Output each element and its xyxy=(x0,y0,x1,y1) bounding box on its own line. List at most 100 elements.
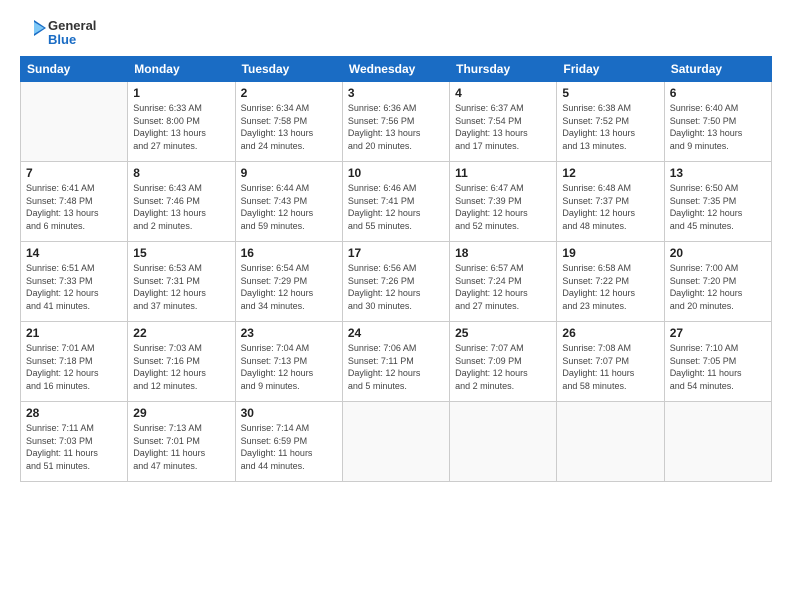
day-info: Sunrise: 6:51 AMSunset: 7:33 PMDaylight:… xyxy=(26,262,122,312)
day-number: 13 xyxy=(670,166,766,180)
day-number: 15 xyxy=(133,246,229,260)
logo-blue-text: Blue xyxy=(48,33,96,47)
week-row-1: 1 Sunrise: 6:33 AMSunset: 8:00 PMDaylight… xyxy=(21,82,772,162)
day-number: 19 xyxy=(562,246,658,260)
page: General Blue SundayMondayTuesdayWednesda… xyxy=(0,0,792,612)
calendar: SundayMondayTuesdayWednesdayThursdayFrid… xyxy=(20,56,772,482)
day-number: 2 xyxy=(241,86,337,100)
day-number: 3 xyxy=(348,86,444,100)
calendar-cell: 5Sunrise: 6:38 AMSunset: 7:52 PMDaylight… xyxy=(557,82,664,162)
day-info: Sunrise: 6:34 AMSunset: 7:58 PMDaylight:… xyxy=(241,102,337,152)
calendar-cell: 12Sunrise: 6:48 AMSunset: 7:37 PMDayligh… xyxy=(557,162,664,242)
day-number: 28 xyxy=(26,406,122,420)
day-number: 25 xyxy=(455,326,551,340)
day-number: 8 xyxy=(133,166,229,180)
day-info: Sunrise: 6:37 AMSunset: 7:54 PMDaylight:… xyxy=(455,102,551,152)
weekday-header-friday: Friday xyxy=(557,57,664,82)
day-info: Sunrise: 7:01 AMSunset: 7:18 PMDaylight:… xyxy=(26,342,122,392)
day-number: 30 xyxy=(241,406,337,420)
weekday-header-sunday: Sunday xyxy=(21,57,128,82)
day-info: Sunrise: 7:03 AMSunset: 7:16 PMDaylight:… xyxy=(133,342,229,392)
header: General Blue xyxy=(20,18,772,48)
week-row-2: 7Sunrise: 6:41 AMSunset: 7:48 PMDaylight… xyxy=(21,162,772,242)
calendar-cell: 17 Sunrise: 6:56 AMSunset: 7:26 PMDayligh… xyxy=(342,242,449,322)
day-info: Sunrise: 7:00 AMSunset: 7:20 PMDaylight:… xyxy=(670,262,766,312)
day-info: Sunrise: 6:53 AMSunset: 7:31 PMDaylight:… xyxy=(133,262,229,312)
calendar-cell: 7Sunrise: 6:41 AMSunset: 7:48 PMDaylight… xyxy=(21,162,128,242)
calendar-cell: 25Sunrise: 7:07 AMSunset: 7:09 PMDayligh… xyxy=(450,322,557,402)
calendar-cell: 8 Sunrise: 6:43 AMSunset: 7:46 PMDaylight… xyxy=(128,162,235,242)
day-info: Sunrise: 6:44 AMSunset: 7:43 PMDaylight:… xyxy=(241,182,337,232)
weekday-header-tuesday: Tuesday xyxy=(235,57,342,82)
weekday-header-thursday: Thursday xyxy=(450,57,557,82)
day-number: 18 xyxy=(455,246,551,260)
day-number: 14 xyxy=(26,246,122,260)
calendar-cell: 18 Sunrise: 6:57 AMSunset: 7:24 PMDayligh… xyxy=(450,242,557,322)
day-info: Sunrise: 6:38 AMSunset: 7:52 PMDaylight:… xyxy=(562,102,658,152)
day-number: 27 xyxy=(670,326,766,340)
day-info: Sunrise: 7:14 AMSunset: 6:59 PMDaylight:… xyxy=(241,422,337,472)
day-info: Sunrise: 6:50 AMSunset: 7:35 PMDaylight:… xyxy=(670,182,766,232)
day-number: 26 xyxy=(562,326,658,340)
day-info: Sunrise: 6:57 AMSunset: 7:24 PMDaylight:… xyxy=(455,262,551,312)
calendar-cell: 4 Sunrise: 6:37 AMSunset: 7:54 PMDaylight… xyxy=(450,82,557,162)
weekday-header-wednesday: Wednesday xyxy=(342,57,449,82)
calendar-cell: 29 Sunrise: 7:13 AMSunset: 7:01 PMDayligh… xyxy=(128,402,235,482)
calendar-cell: 15 Sunrise: 6:53 AMSunset: 7:31 PMDayligh… xyxy=(128,242,235,322)
day-number: 6 xyxy=(670,86,766,100)
calendar-cell xyxy=(664,402,771,482)
calendar-cell xyxy=(21,82,128,162)
day-info: Sunrise: 6:58 AMSunset: 7:22 PMDaylight:… xyxy=(562,262,658,312)
week-row-4: 21 Sunrise: 7:01 AMSunset: 7:18 PMDayligh… xyxy=(21,322,772,402)
day-number: 22 xyxy=(133,326,229,340)
day-info: Sunrise: 6:33 AMSunset: 8:00 PMDaylight:… xyxy=(133,102,229,152)
calendar-cell: 22 Sunrise: 7:03 AMSunset: 7:16 PMDayligh… xyxy=(128,322,235,402)
day-info: Sunrise: 7:11 AMSunset: 7:03 PMDaylight:… xyxy=(26,422,122,472)
day-info: Sunrise: 7:08 AMSunset: 7:07 PMDaylight:… xyxy=(562,342,658,392)
calendar-cell: 24 Sunrise: 7:06 AMSunset: 7:11 PMDayligh… xyxy=(342,322,449,402)
day-number: 23 xyxy=(241,326,337,340)
day-info: Sunrise: 6:40 AMSunset: 7:50 PMDaylight:… xyxy=(670,102,766,152)
day-info: Sunrise: 6:54 AMSunset: 7:29 PMDaylight:… xyxy=(241,262,337,312)
day-info: Sunrise: 7:13 AMSunset: 7:01 PMDaylight:… xyxy=(133,422,229,472)
calendar-cell: 10Sunrise: 6:46 AMSunset: 7:41 PMDayligh… xyxy=(342,162,449,242)
day-number: 24 xyxy=(348,326,444,340)
calendar-cell: 28 Sunrise: 7:11 AMSunset: 7:03 PMDayligh… xyxy=(21,402,128,482)
weekday-header-monday: Monday xyxy=(128,57,235,82)
logo-general-text: General xyxy=(48,19,96,33)
calendar-cell: 26 Sunrise: 7:08 AMSunset: 7:07 PMDayligh… xyxy=(557,322,664,402)
week-row-5: 28 Sunrise: 7:11 AMSunset: 7:03 PMDayligh… xyxy=(21,402,772,482)
logo-bird-icon xyxy=(20,18,46,48)
day-number: 21 xyxy=(26,326,122,340)
calendar-cell: 27 Sunrise: 7:10 AMSunset: 7:05 PMDayligh… xyxy=(664,322,771,402)
day-number: 16 xyxy=(241,246,337,260)
day-number: 11 xyxy=(455,166,551,180)
calendar-cell: 19 Sunrise: 6:58 AMSunset: 7:22 PMDayligh… xyxy=(557,242,664,322)
weekday-header-saturday: Saturday xyxy=(664,57,771,82)
day-number: 4 xyxy=(455,86,551,100)
logo-container: General Blue xyxy=(20,18,96,48)
calendar-cell: 23 Sunrise: 7:04 AMSunset: 7:13 PMDayligh… xyxy=(235,322,342,402)
day-info: Sunrise: 6:43 AMSunset: 7:46 PMDaylight:… xyxy=(133,182,229,232)
calendar-cell: 13 Sunrise: 6:50 AMSunset: 7:35 PMDayligh… xyxy=(664,162,771,242)
day-info: Sunrise: 6:56 AMSunset: 7:26 PMDaylight:… xyxy=(348,262,444,312)
calendar-cell: 9Sunrise: 6:44 AMSunset: 7:43 PMDaylight… xyxy=(235,162,342,242)
day-info: Sunrise: 7:10 AMSunset: 7:05 PMDaylight:… xyxy=(670,342,766,392)
calendar-cell xyxy=(450,402,557,482)
day-number: 17 xyxy=(348,246,444,260)
day-info: Sunrise: 7:06 AMSunset: 7:11 PMDaylight:… xyxy=(348,342,444,392)
day-number: 29 xyxy=(133,406,229,420)
calendar-cell: 3Sunrise: 6:36 AMSunset: 7:56 PMDaylight… xyxy=(342,82,449,162)
calendar-cell: 6 Sunrise: 6:40 AMSunset: 7:50 PMDaylight… xyxy=(664,82,771,162)
day-info: Sunrise: 7:04 AMSunset: 7:13 PMDaylight:… xyxy=(241,342,337,392)
calendar-cell xyxy=(342,402,449,482)
day-number: 1 xyxy=(133,86,229,100)
day-number: 10 xyxy=(348,166,444,180)
calendar-cell: 1 Sunrise: 6:33 AMSunset: 8:00 PMDaylight… xyxy=(128,82,235,162)
weekday-header-row: SundayMondayTuesdayWednesdayThursdayFrid… xyxy=(21,57,772,82)
calendar-cell: 11Sunrise: 6:47 AMSunset: 7:39 PMDayligh… xyxy=(450,162,557,242)
day-number: 20 xyxy=(670,246,766,260)
day-number: 7 xyxy=(26,166,122,180)
calendar-cell: 14 Sunrise: 6:51 AMSunset: 7:33 PMDayligh… xyxy=(21,242,128,322)
day-info: Sunrise: 6:48 AMSunset: 7:37 PMDaylight:… xyxy=(562,182,658,232)
